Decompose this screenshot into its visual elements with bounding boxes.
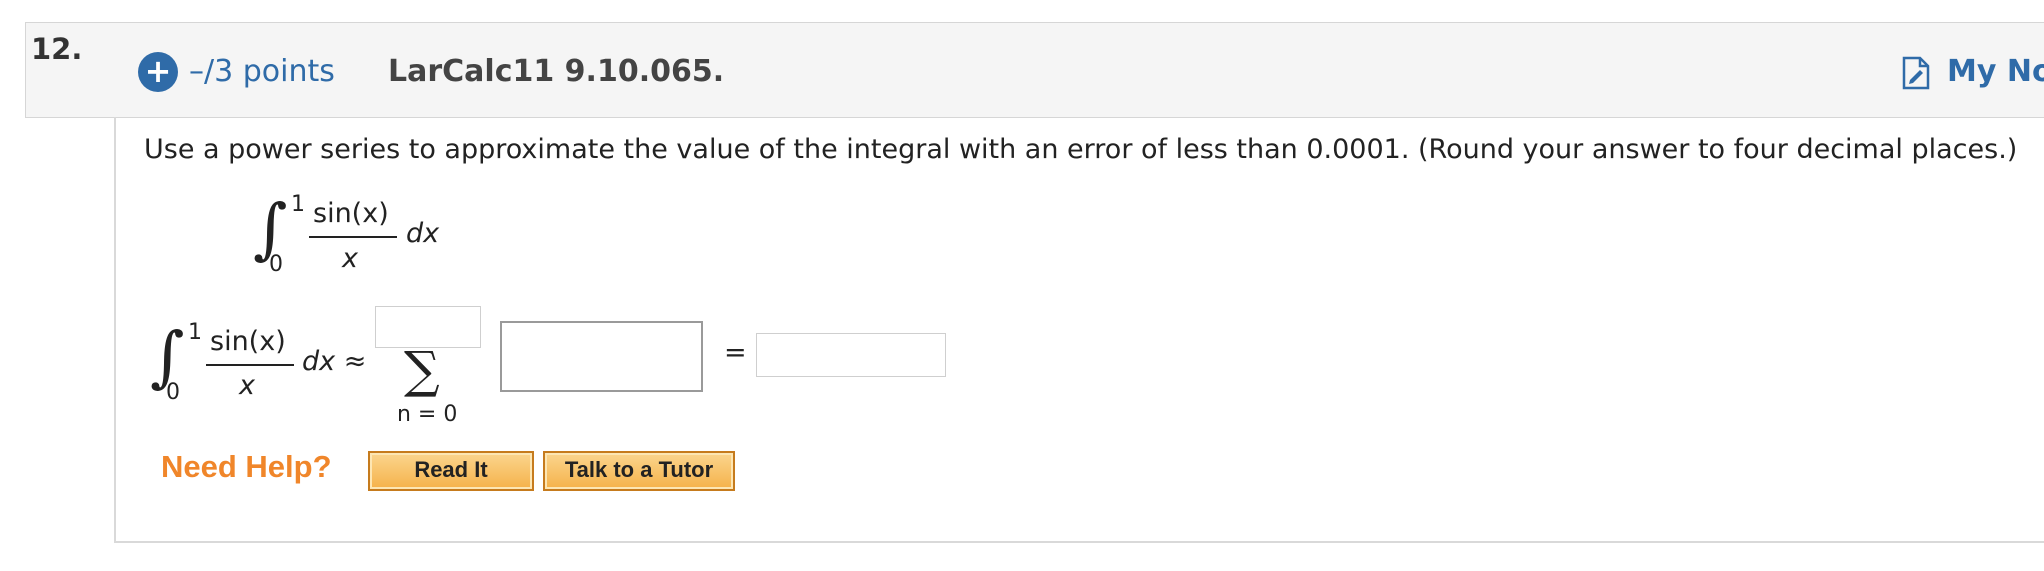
integral-upper-limit: 1	[291, 192, 305, 217]
fraction-bar	[206, 364, 294, 366]
answer-input[interactable]	[756, 333, 946, 377]
fraction-numerator: sin(x)	[313, 198, 389, 229]
integral-dx-approx: dx ≈	[302, 346, 367, 377]
talk-to-tutor-button[interactable]: Talk to a Tutor	[543, 451, 735, 491]
sigma-symbol: ∑	[404, 341, 440, 399]
series-term-input[interactable]	[500, 321, 703, 392]
integral-dx: dx	[406, 218, 440, 249]
question-prompt: Use a power series to approximate the va…	[144, 134, 2018, 165]
points-label: –/3 points	[189, 54, 335, 89]
problem-id: LarCalc11 9.10.065.	[388, 54, 725, 89]
integral-upper-limit: 1	[188, 320, 202, 345]
integral-lower-limit: 0	[269, 252, 283, 277]
fraction-bar	[309, 236, 397, 238]
fraction-denominator: x	[239, 370, 255, 401]
plus-circle-icon[interactable]: +	[138, 52, 178, 92]
fraction-denominator: x	[342, 243, 358, 274]
my-notes-link[interactable]: My Notes	[1947, 54, 2044, 89]
read-it-button[interactable]: Read It	[368, 451, 534, 491]
need-help-label: Need Help?	[161, 449, 332, 484]
equals-sign: =	[724, 337, 747, 368]
question-number: 12.	[31, 32, 83, 66]
sum-index-label: n = 0	[397, 402, 458, 427]
integral-lower-limit: 0	[166, 380, 180, 405]
notes-icon[interactable]	[1902, 56, 1930, 90]
fraction-numerator: sin(x)	[210, 326, 286, 357]
